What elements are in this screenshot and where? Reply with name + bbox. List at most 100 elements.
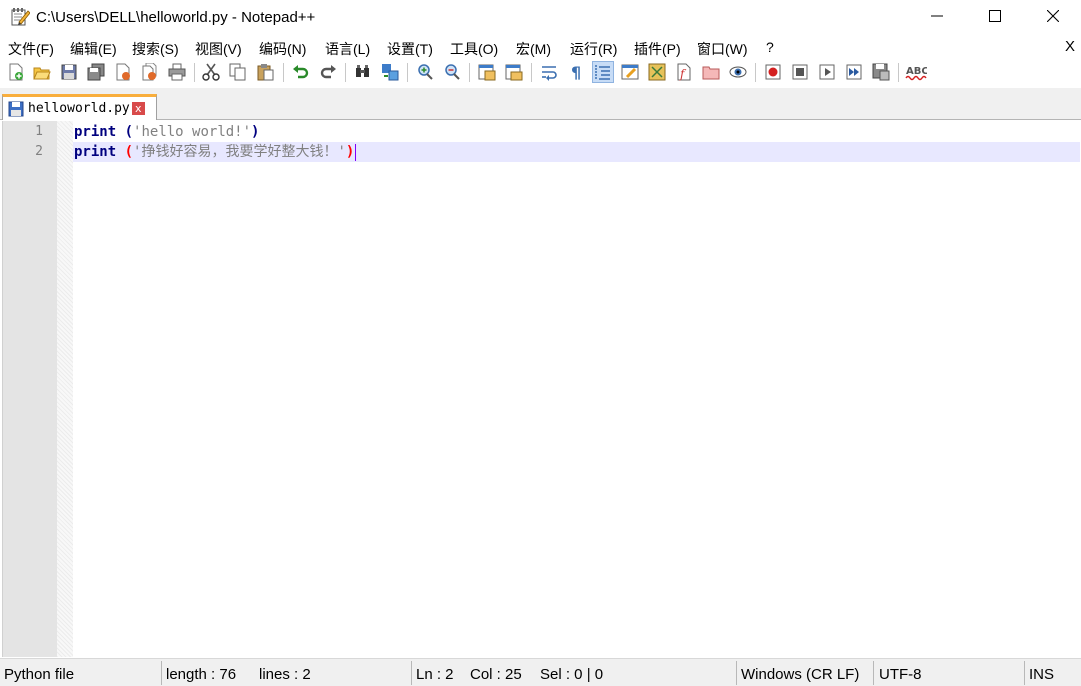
replace-icon[interactable] [379, 61, 401, 83]
status-language: Python file [4, 666, 75, 683]
maximize-button[interactable] [966, 0, 1024, 32]
stop-record-icon[interactable] [789, 61, 811, 83]
line-number: 2 [35, 144, 43, 159]
close-document-button[interactable]: X [1065, 38, 1075, 55]
toolbar-separator [283, 63, 284, 82]
status-lines: lines : 2 [259, 666, 311, 683]
run-macro-multiple-icon[interactable] [843, 61, 865, 83]
print-icon[interactable] [166, 61, 188, 83]
close-file-icon[interactable] [112, 61, 134, 83]
status-col: Col : 25 [470, 666, 522, 683]
redo-icon[interactable] [317, 61, 339, 83]
monitoring-icon[interactable] [727, 61, 749, 83]
menu-plugins[interactable]: 插件(P) [634, 39, 681, 59]
status-eol[interactable]: Windows (CR LF) [741, 666, 859, 683]
menu-tools[interactable]: 工具(O) [450, 39, 498, 59]
menu-macro[interactable]: 宏(M) [516, 39, 551, 59]
menu-window[interactable]: 窗口(W) [697, 39, 748, 59]
open-file-icon[interactable] [31, 61, 53, 83]
string-literal: 'hello world!' [133, 124, 252, 140]
tab-helloworld[interactable]: helloworld.py x [2, 94, 157, 120]
word-wrap-icon[interactable] [538, 61, 560, 83]
menu-language[interactable]: 语言(L) [325, 39, 370, 59]
string-literal: '挣钱好容易，我要学好整大钱！' [133, 144, 346, 160]
menu-run[interactable]: 运行(R) [570, 39, 617, 59]
editor[interactable]: 1 2 print ('hello world!') print ('挣钱好容易… [2, 121, 1080, 657]
show-all-chars-icon[interactable]: ¶ [565, 61, 587, 83]
close-paren: ) [251, 124, 260, 140]
indent-guide-icon[interactable] [592, 61, 614, 83]
sync-horizontal-icon[interactable] [503, 61, 525, 83]
zoom-out-icon[interactable] [441, 61, 463, 83]
menu-edit[interactable]: 编辑(E) [70, 39, 117, 59]
status-encoding[interactable]: UTF-8 [879, 666, 922, 683]
toolbar-separator [531, 63, 532, 82]
copy-icon[interactable] [227, 61, 249, 83]
status-divider [736, 661, 737, 685]
menu-view[interactable]: 视图(V) [195, 39, 242, 59]
function-list-icon[interactable]: f [673, 61, 695, 83]
code-line[interactable]: print ('hello world!') [74, 122, 259, 142]
menu-settings[interactable]: 设置(T) [387, 39, 433, 59]
status-divider [1024, 661, 1025, 685]
folder-workspace-icon[interactable] [700, 61, 722, 83]
close-icon [1047, 10, 1059, 22]
notepad-app-icon[interactable] [10, 7, 31, 27]
tab-bar: helloworld.py x [0, 88, 1081, 120]
undo-icon[interactable] [290, 61, 312, 83]
toolbar-separator [407, 63, 408, 82]
zoom-in-icon[interactable] [414, 61, 436, 83]
menu-encoding[interactable]: 编码(N) [259, 39, 306, 59]
toolbar-separator [194, 63, 195, 82]
save-all-icon[interactable] [85, 61, 107, 83]
spell-check-icon[interactable]: ABC [905, 61, 927, 83]
close-paren-highlight: ) [345, 144, 355, 160]
toolbar-separator [755, 63, 756, 82]
new-file-icon[interactable] [5, 61, 27, 83]
minimize-button[interactable] [908, 0, 966, 32]
tab-filename: helloworld.py [28, 101, 130, 116]
toolbar-separator [469, 63, 470, 82]
paste-icon[interactable] [254, 61, 276, 83]
line-number: 1 [35, 124, 43, 139]
minimize-icon [931, 15, 943, 17]
title-bar: C:\Users\DELL\helloworld.py - Notepad++ [0, 0, 1081, 34]
status-bar: Python file length : 76 lines : 2 Ln : 2… [0, 658, 1081, 686]
record-macro-icon[interactable] [762, 61, 784, 83]
text-caret [355, 143, 357, 161]
udl-icon[interactable] [619, 61, 641, 83]
menu-search[interactable]: 搜索(S) [132, 39, 179, 59]
fold-margin[interactable] [57, 121, 73, 657]
toolbar: ¶ f ABC [0, 59, 1081, 86]
tab-close-icon[interactable]: x [131, 102, 145, 115]
save-icon[interactable] [58, 61, 80, 83]
toolbar-separator [898, 63, 899, 82]
status-divider [873, 661, 874, 685]
close-all-icon[interactable] [139, 61, 161, 83]
status-insert-mode[interactable]: INS [1029, 666, 1054, 683]
spell-check-label: ABC [906, 66, 927, 77]
line-number-gutter [3, 121, 57, 657]
cut-icon[interactable] [200, 61, 222, 83]
open-paren-highlight: ( [124, 144, 134, 160]
open-paren: ( [124, 124, 134, 140]
status-ln: Ln : 2 [416, 666, 454, 683]
status-length: length : 76 [166, 666, 237, 683]
menu-help[interactable]: ? [766, 39, 774, 55]
toolbar-separator [345, 63, 346, 82]
menu-file[interactable]: 文件(F) [8, 39, 54, 59]
doc-map-icon[interactable] [646, 61, 668, 83]
sync-vertical-icon[interactable] [476, 61, 498, 83]
save-macro-icon[interactable] [870, 61, 892, 83]
find-icon[interactable] [352, 61, 374, 83]
maximize-icon [989, 10, 1001, 22]
menu-bar: 文件(F) 编辑(E) 搜索(S) 视图(V) 编码(N) 语言(L) 设置(T… [0, 36, 1081, 58]
playback-macro-icon[interactable] [816, 61, 838, 83]
code-line-current[interactable]: print ('挣钱好容易，我要学好整大钱！') [74, 142, 357, 162]
status-divider [161, 661, 162, 685]
svg-text:¶: ¶ [571, 63, 581, 81]
close-window-button[interactable] [1024, 0, 1081, 32]
status-divider [411, 661, 412, 685]
